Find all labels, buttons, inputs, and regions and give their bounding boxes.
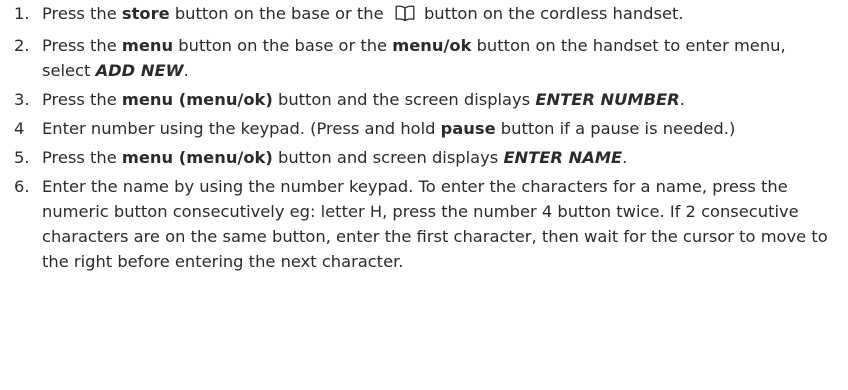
step-number: 2. (14, 36, 30, 55)
text-segment: . (183, 61, 189, 80)
step-text: Press the menu button on the base or the… (42, 33, 830, 83)
text-segment: Press the (42, 4, 122, 23)
button-name: menu/ok (392, 36, 472, 55)
list-item: 4 Enter number using the keypad. (Press a… (14, 116, 830, 141)
list-item: 5. Press the menu (menu/ok) button and sc… (14, 145, 830, 170)
screen-display-text: ADD NEW (95, 61, 184, 80)
screen-display-text: ENTER NAME (503, 148, 623, 167)
button-name: menu (121, 36, 174, 55)
text-segment: button and screen displays (272, 148, 504, 167)
text-segment: Press the (42, 36, 122, 55)
button-name: pause (440, 119, 496, 138)
text-segment: button on the base or the (173, 36, 393, 55)
list-item: 3. Press the menu (menu/ok) button and th… (14, 87, 830, 112)
text-segment: Press the (42, 90, 122, 109)
book-icon (394, 4, 416, 29)
step-number: 6. (14, 177, 30, 196)
step-text: Enter the name by using the number keypa… (42, 174, 830, 274)
button-name: menu (menu/ok) (121, 90, 273, 109)
button-name: store (121, 4, 170, 23)
step-text: Enter number using the keypad. (Press an… (42, 116, 830, 141)
text-segment: Enter the name by using the number keypa… (42, 177, 828, 271)
list-item: 6. Enter the name by using the number key… (14, 174, 830, 274)
step-text: Press the menu (menu/ok) button and scre… (42, 145, 830, 170)
step-number: 1. (14, 4, 30, 23)
instruction-document: 1. Press the store button on the base or … (0, 0, 848, 390)
list-item: 1. Press the store button on the base or … (14, 1, 830, 29)
text-segment: . (679, 90, 685, 109)
screen-display-text: ENTER NUMBER (535, 90, 680, 109)
text-segment: . (622, 148, 628, 167)
button-name: menu (menu/ok) (121, 148, 273, 167)
steps-list: 1. Press the store button on the base or … (14, 1, 830, 274)
step-number: 5. (14, 148, 30, 167)
text-segment: button and the screen displays (272, 90, 536, 109)
text-segment: button if a pause is needed.) (495, 119, 736, 138)
text-segment: Enter number using the keypad. (Press an… (42, 119, 441, 138)
step-number: 4 (14, 119, 25, 138)
step-text: Press the store button on the base or th… (42, 1, 830, 29)
text-segment: button on the base or the (169, 4, 389, 23)
list-item: 2. Press the menu button on the base or t… (14, 33, 830, 83)
step-number: 3. (14, 90, 30, 109)
text-segment: Press the (42, 148, 122, 167)
step-text: Press the menu (menu/ok) button and the … (42, 87, 830, 112)
text-segment: button on the cordless handset. (418, 4, 684, 23)
